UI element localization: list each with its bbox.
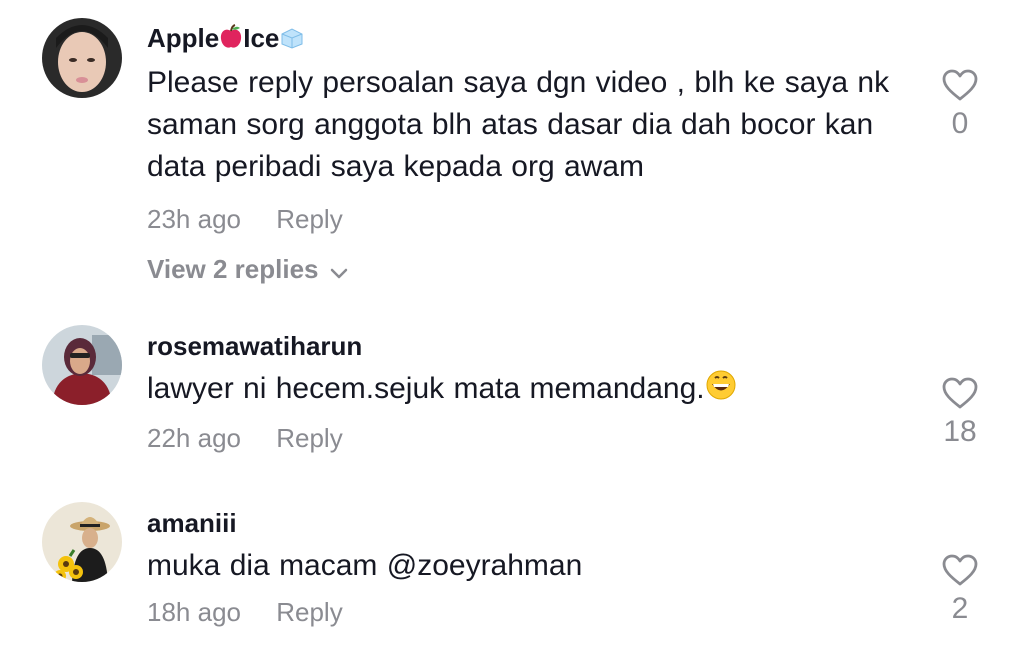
like-button[interactable]: 0 (930, 68, 990, 142)
comment-text-body: lawyer ni hecem.sejuk mata memandang. (147, 372, 705, 405)
username[interactable]: rosemawatiharun (147, 330, 917, 362)
like-count: 18 (943, 415, 977, 448)
comment-text: Please reply persoalan saya dgn video , … (147, 66, 890, 183)
timestamp: 22h ago (147, 423, 241, 453)
timestamp: 23h ago (147, 204, 241, 234)
heart-icon (942, 377, 978, 409)
chevron-down-icon (329, 254, 349, 288)
grinning-face-emoji-icon (705, 369, 737, 413)
avatar[interactable] (42, 18, 122, 98)
ice-cube-emoji-icon (279, 25, 305, 57)
like-button[interactable]: 18 (930, 376, 990, 450)
avatar-photo-icon (42, 18, 122, 98)
comment-meta: 18h ago Reply (147, 595, 917, 629)
view-replies-button[interactable]: View 2 replies (147, 252, 917, 288)
username-part: Apple (147, 23, 220, 53)
avatar[interactable] (42, 325, 122, 405)
apple-emoji-icon (219, 24, 243, 57)
heart-icon (942, 554, 978, 586)
comment-meta: 23h ago Reply (147, 202, 917, 236)
username[interactable]: Apple Ice (147, 22, 917, 54)
heart-icon (942, 69, 978, 101)
comment-text: lawyer ni hecem.sejuk mata memandang. (147, 368, 917, 413)
like-count: 2 (951, 592, 969, 625)
reply-button[interactable]: Reply (276, 202, 342, 236)
avatar[interactable] (42, 502, 122, 582)
username[interactable]: amaniii (147, 507, 917, 539)
comment-text: muka dia macam @zoeyrahman (147, 549, 583, 582)
username-part: Ice (243, 23, 280, 53)
like-button[interactable]: 2 (930, 553, 990, 627)
timestamp: 18h ago (147, 597, 241, 627)
comment-meta: 22h ago Reply (147, 421, 917, 455)
reply-button[interactable]: Reply (276, 421, 342, 455)
avatar-photo-icon (42, 502, 122, 582)
avatar-photo-icon (42, 325, 122, 405)
reply-button[interactable]: Reply (276, 595, 342, 629)
like-count: 0 (951, 107, 969, 140)
view-replies-label: View 2 replies (147, 254, 319, 284)
